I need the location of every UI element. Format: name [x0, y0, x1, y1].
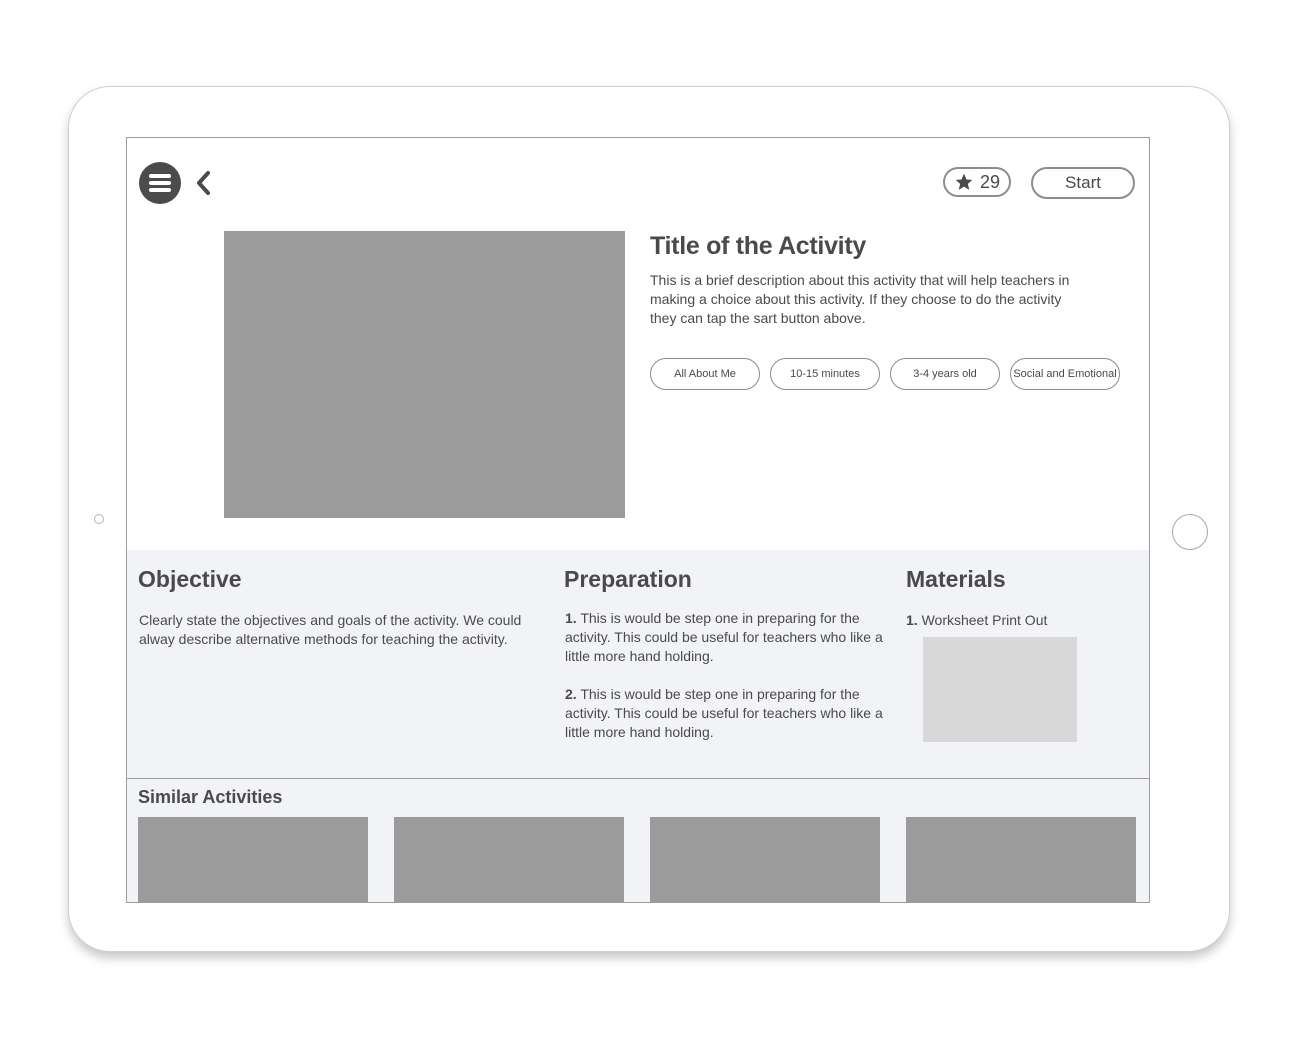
chevron-left-icon[interactable] [193, 168, 215, 198]
preparation-step: 2. This is would be step one in preparin… [565, 685, 883, 742]
similar-activity-card[interactable] [650, 817, 880, 902]
step-text: This is would be step one in preparing f… [565, 686, 883, 740]
step-text: This is would be step one in preparing f… [565, 610, 883, 664]
tag-duration[interactable]: 10-15 minutes [770, 358, 880, 390]
camera-dot [94, 514, 104, 524]
material-text: Worksheet Print Out [921, 612, 1048, 628]
similar-activity-card[interactable] [138, 817, 368, 902]
start-button[interactable]: Start [1031, 167, 1135, 199]
favorite-button[interactable]: 29 [943, 167, 1011, 197]
preparation-heading: Preparation [564, 566, 692, 592]
tag-theme[interactable]: All About Me [650, 358, 760, 390]
objective-text: Clearly state the objectives and goals o… [139, 612, 522, 647]
activity-image [224, 231, 625, 518]
objective-heading: Objective [138, 566, 242, 592]
hamburger-menu-icon[interactable] [139, 162, 181, 204]
tag-list: All About Me 10-15 minutes 3-4 years old… [650, 358, 1120, 390]
material-number: 1. [906, 612, 918, 628]
activity-title: Title of the Activity [650, 232, 866, 260]
tag-age[interactable]: 3-4 years old [890, 358, 1000, 390]
details-section: Objective Clearly state the objectives a… [127, 550, 1149, 778]
similar-activity-card[interactable] [906, 817, 1136, 902]
favorite-count: 29 [979, 171, 1001, 192]
step-number: 1. [565, 610, 577, 626]
activity-description: This is a brief description about this a… [650, 272, 1070, 326]
material-item: 1. Worksheet Print Out [906, 611, 1126, 630]
step-number: 2. [565, 686, 577, 702]
preparation-step: 1. This is would be step one in preparin… [565, 609, 883, 666]
similar-activities-section: Similar Activities [127, 778, 1149, 902]
app-screen: 29 Start Title of the Activity This is a… [126, 137, 1150, 903]
home-button[interactable] [1172, 514, 1208, 550]
material-image [923, 637, 1077, 742]
similar-activity-card[interactable] [394, 817, 624, 902]
similar-activities-heading: Similar Activities [138, 787, 283, 807]
tag-domain[interactable]: Social and Emotional [1010, 358, 1120, 390]
star-icon [955, 173, 973, 190]
materials-heading: Materials [906, 566, 1006, 592]
